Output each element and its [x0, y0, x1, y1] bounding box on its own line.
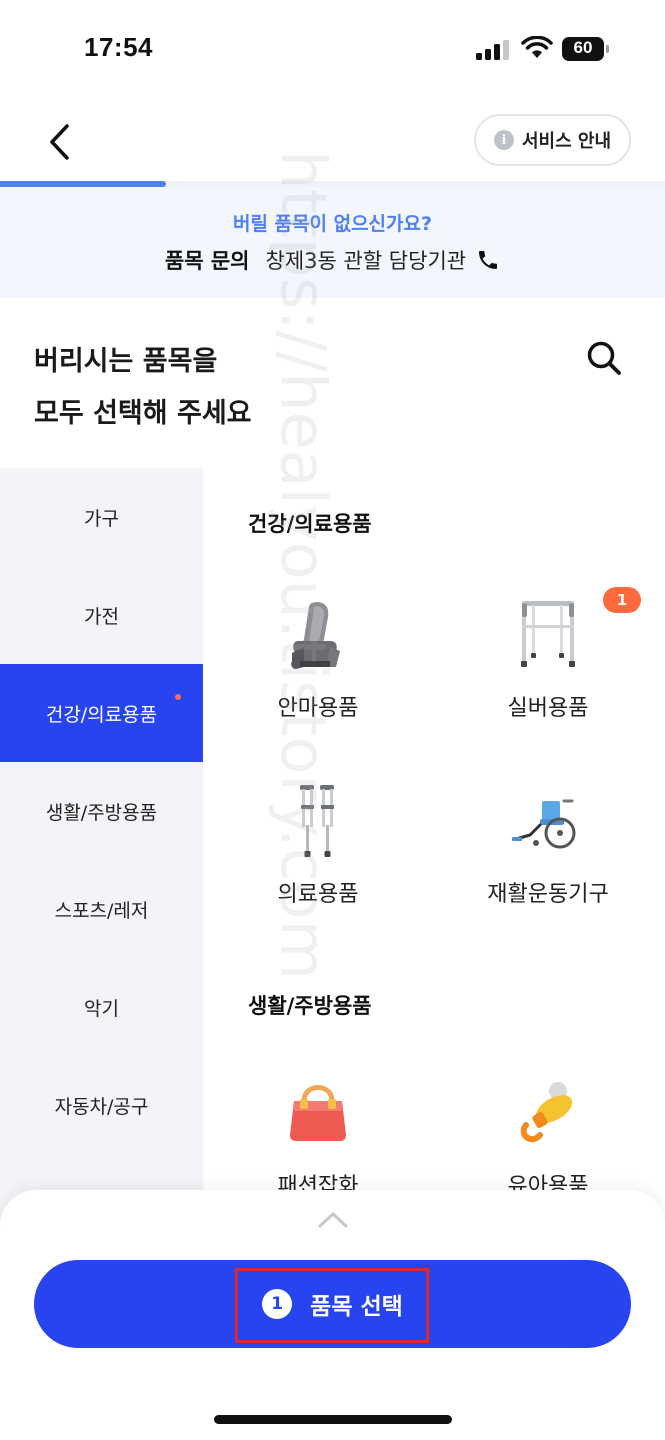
sidebar-item-sports-leisure[interactable]: 스포츠/레저: [0, 860, 203, 958]
sidebar-item-furniture[interactable]: 가구: [0, 468, 203, 566]
page-title-line1: 버리시는 품목을: [34, 346, 218, 377]
new-dot-indicator: [175, 694, 181, 700]
sidebar-item-instruments[interactable]: 악기: [0, 958, 203, 1056]
inquiry-banner: 버릴 품목이 없으신가요? 품목 문의 창제3동 관할 담당기관: [0, 187, 665, 298]
item-label: 안마용품: [277, 696, 359, 721]
handbag-icon: [273, 1068, 363, 1158]
phone-icon[interactable]: [476, 248, 500, 272]
sidebar-item-appliances[interactable]: 가전: [0, 566, 203, 664]
home-indicator: [214, 1415, 452, 1424]
page-title: 버리시는 품목을 모두 선택해 주세요: [34, 336, 252, 440]
battery-icon: 60: [562, 36, 610, 62]
sidebar-item-label: 자동차/공구: [54, 1095, 149, 1118]
status-time: 17:54: [84, 32, 153, 62]
crutches-icon: [273, 776, 363, 866]
banner-question[interactable]: 버릴 품목이 없으신가요?: [0, 209, 665, 236]
sidebar-item-label: 악기: [84, 997, 119, 1020]
sidebar-item-living-kitchen[interactable]: 생활/주방용품: [0, 762, 203, 860]
walker-icon: [503, 590, 593, 680]
item-massage[interactable]: 안마용품: [208, 590, 428, 722]
section-title: 건강/의료용품: [248, 512, 372, 536]
item-medical[interactable]: 의료용품: [208, 776, 428, 908]
header: i 서비스 안내: [0, 100, 665, 184]
item-label: 의료용품: [277, 882, 359, 907]
bottom-sheet: 1 품목 선택: [0, 1190, 665, 1440]
item-label: 재활운동기구: [487, 882, 609, 907]
search-icon: [587, 341, 621, 375]
sidebar-item-label: 건강/의료용품: [45, 703, 158, 726]
massage-chair-icon: [273, 590, 363, 680]
wheelchair-icon: [503, 776, 593, 866]
page-title-line2: 모두 선택해 주세요: [34, 398, 252, 429]
pacifier-icon: [503, 1068, 593, 1158]
sidebar-item-label: 스포츠/레저: [54, 899, 149, 922]
sidebar-item-label: 가전: [84, 605, 119, 628]
item-baby[interactable]: 유아용품: [438, 1068, 658, 1200]
chevron-up-icon[interactable]: [316, 1208, 350, 1230]
selected-count-badge: 1: [603, 587, 641, 613]
highlight-box: [235, 1268, 429, 1343]
back-button[interactable]: [36, 118, 84, 166]
sidebar-item-label: 생활/주방용품: [45, 801, 158, 824]
item-fashion[interactable]: 패션잡화: [208, 1068, 428, 1200]
item-rehab[interactable]: 재활운동기구: [438, 776, 658, 908]
signal-icon: [476, 40, 509, 60]
info-icon: i: [493, 130, 514, 150]
chevron-left-icon: [50, 124, 69, 160]
wifi-icon: [521, 36, 553, 58]
section-title: 생활/주방용품: [248, 994, 372, 1018]
banner-inquiry-line[interactable]: 품목 문의 창제3동 관할 담당기관: [0, 245, 665, 275]
banner-inquiry-label: 품목 문의: [164, 249, 250, 273]
search-button[interactable]: [580, 334, 628, 382]
battery-level: 60: [573, 38, 593, 57]
item-label: 실버용품: [507, 696, 589, 721]
sidebar-item-car-tools[interactable]: 자동차/공구: [0, 1056, 203, 1154]
status-bar: 17:54 60: [0, 0, 665, 100]
service-guide-label: 서비스 안내: [521, 131, 612, 152]
category-sidebar: 가구 가전 건강/의료용품 생활/주방용품 스포츠/레저 악기 자동차/공구: [0, 468, 203, 1228]
sidebar-item-health-medical[interactable]: 건강/의료용품: [0, 664, 203, 762]
sidebar-item-label: 가구: [84, 507, 119, 530]
banner-agency: 창제3동 관할 담당기관: [265, 249, 467, 273]
service-guide-button[interactable]: i 서비스 안내: [474, 114, 631, 166]
